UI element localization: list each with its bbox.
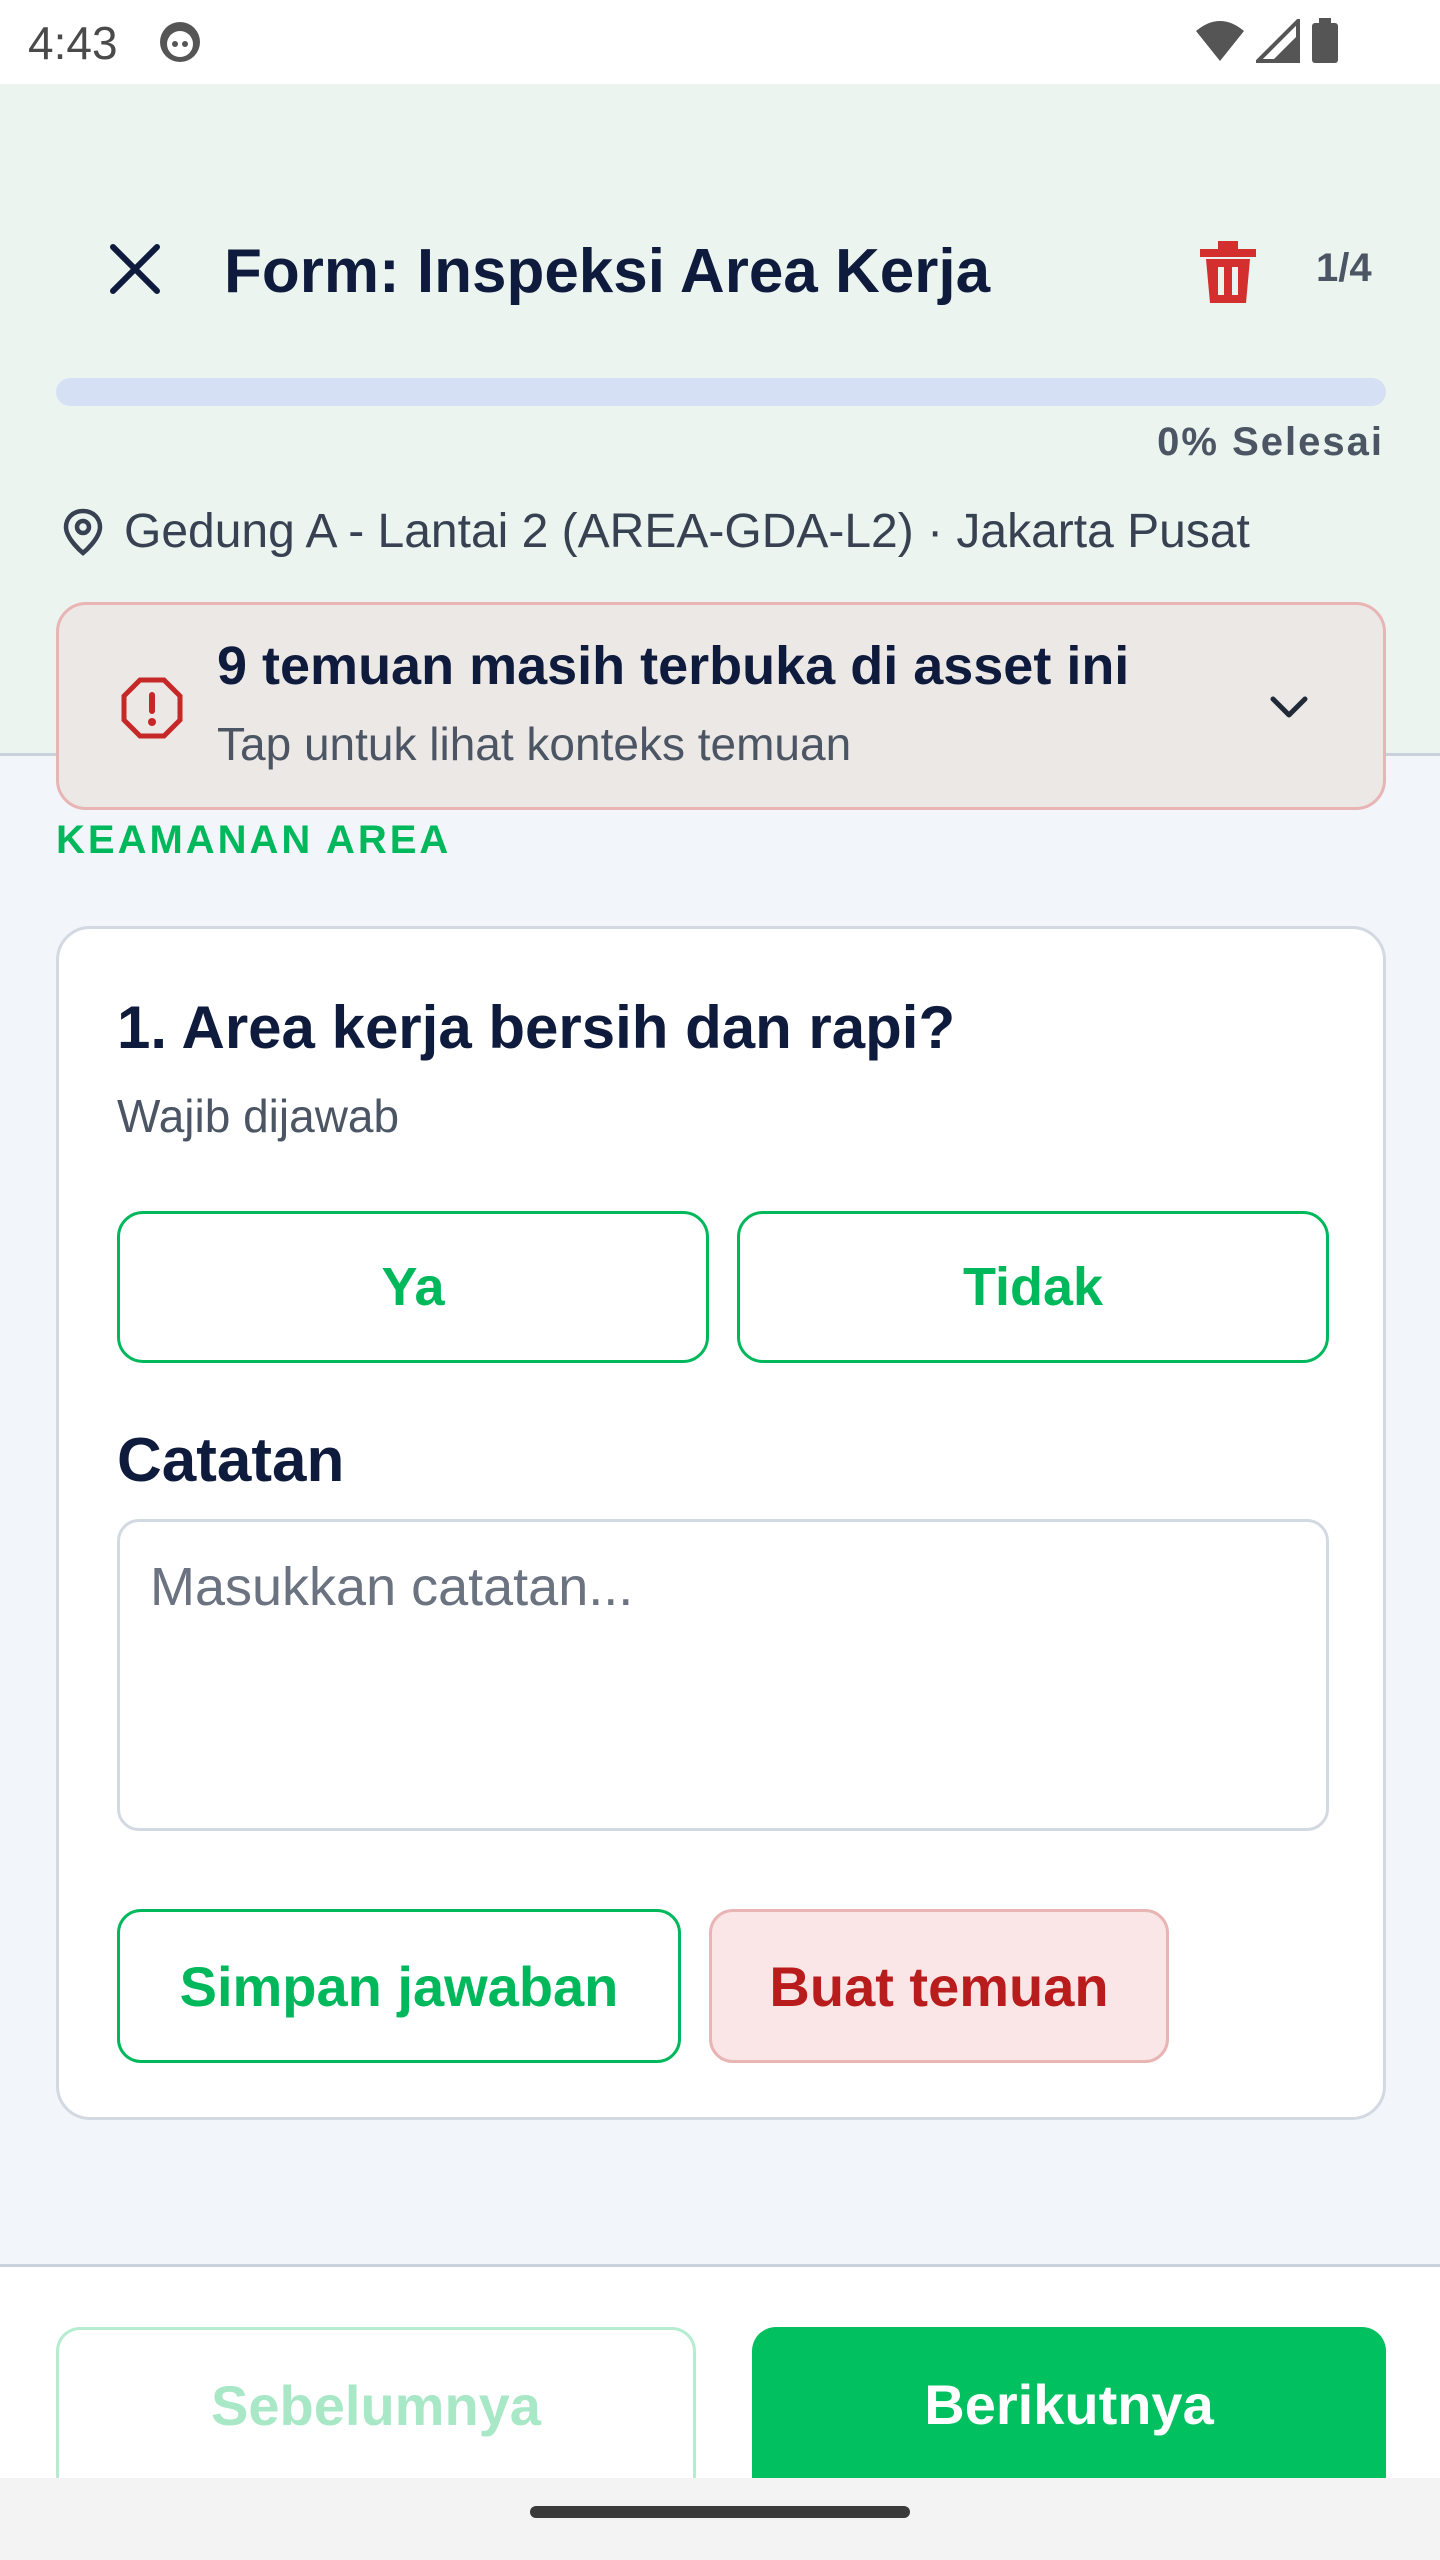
create-finding-button[interactable]: Buat temuan [709,1909,1169,2063]
alert-title: 9 temuan masih terbuka di asset ini [217,636,1130,696]
battery-icon [1312,18,1338,63]
alert-subtitle: Tap untuk lihat konteks temuan [217,718,852,770]
alert-octagon-icon [121,677,183,739]
close-button[interactable] [100,234,170,304]
wifi-icon [1196,21,1244,61]
section-label: KEAMANAN AREA [56,818,452,862]
delete-button[interactable] [1192,234,1264,310]
notes-label: Catatan [117,1426,345,1495]
location-row: Gedung A - Lantai 2 (AREA-GDA-L2) · Jaka… [60,504,1250,559]
answer-no-button[interactable]: Tidak [737,1211,1329,1363]
status-bar: 4:43 [0,0,1440,84]
answer-yes-button[interactable]: Ya [117,1211,709,1363]
close-icon [110,244,160,294]
trash-icon [1200,241,1256,303]
chevron-down-icon[interactable] [1263,681,1315,733]
progress-bar [56,378,1386,406]
open-findings-alert[interactable]: 9 temuan masih terbuka di asset ini Tap … [56,602,1386,810]
previous-button[interactable]: Sebelumnya [56,2327,696,2481]
required-hint: Wajib dijawab [117,1090,400,1142]
notes-input[interactable] [117,1519,1329,1831]
form-header: Form: Inspeksi Area Kerja 1/4 0% Selesai… [0,84,1440,810]
question-card: 1. Area kerja bersih dan rapi? Wajib dij… [56,926,1386,2120]
system-nav-area [0,2478,1440,2560]
status-time: 4:43 [28,17,118,69]
next-button[interactable]: Berikutnya [752,2327,1386,2481]
page-title: Form: Inspeksi Area Kerja [224,237,991,306]
question-title: 1. Area kerja bersih dan rapi? [117,994,956,1061]
save-answer-button[interactable]: Simpan jawaban [117,1909,681,2063]
signal-icon [1256,19,1300,63]
status-icons [1194,18,1340,64]
home-gesture-handle[interactable] [530,2506,910,2518]
bottom-nav-bar: Sebelumnya Berikutnya [0,2264,1440,2481]
location-pin-icon [63,508,103,556]
page-counter: 1/4 [1316,246,1372,290]
progress-label: 0% Selesai [1157,420,1384,464]
location-text: Gedung A - Lantai 2 (AREA-GDA-L2) · Jaka… [124,505,1250,558]
notification-app-icon [160,22,200,62]
